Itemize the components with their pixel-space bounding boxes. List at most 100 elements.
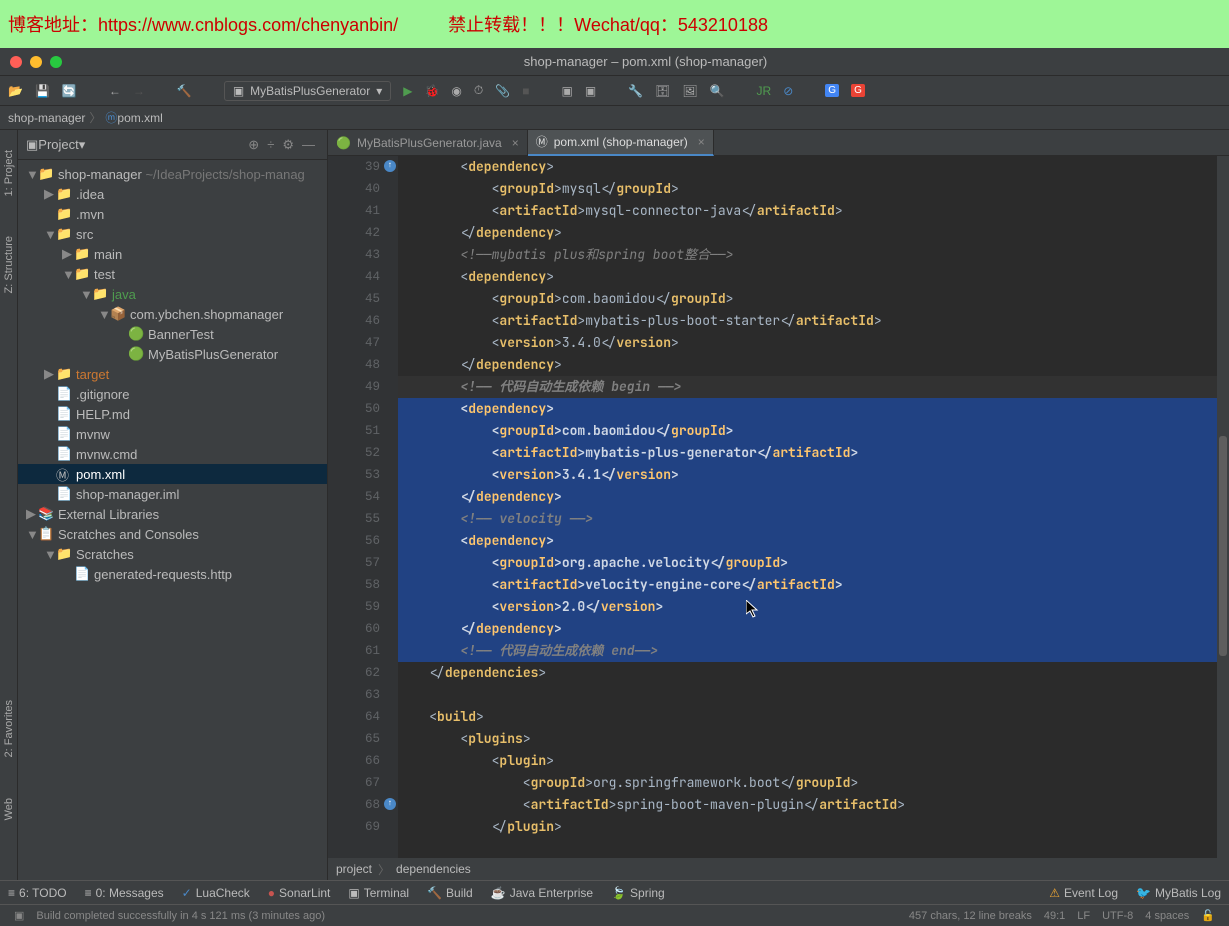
main-toolbar: 📂 💾 🔄 ← → 🔨 ▣ MyBatisPlusGenerator ▾ ▶ 🐞… bbox=[0, 76, 1229, 106]
tool-window-button[interactable]: 🍃Spring bbox=[611, 886, 665, 900]
sidebar-tab-favorites[interactable]: 2: Favorites bbox=[3, 700, 15, 757]
translate-icon[interactable]: G bbox=[825, 84, 839, 97]
no-icon[interactable]: ⊘ bbox=[783, 84, 793, 98]
layout-icon[interactable]: ▣ bbox=[561, 84, 572, 98]
chevron-right-icon: 〉 bbox=[89, 109, 101, 126]
tree-item[interactable]: 🟢BannerTest bbox=[18, 324, 327, 344]
status-bar: ▣ Build completed successfully in 4 s 12… bbox=[0, 904, 1229, 926]
project-tree[interactable]: ▼📁shop-manager ~/IdeaProjects/shop-manag… bbox=[18, 160, 327, 880]
coverage-icon[interactable]: ◉ bbox=[451, 84, 461, 98]
line-gutter: 39↑4041424344454647484950515253545556575… bbox=[328, 156, 398, 858]
editor-tab[interactable]: 🟢MyBatisPlusGenerator.java× bbox=[328, 130, 528, 156]
run-config-label: MyBatisPlusGenerator bbox=[250, 84, 370, 98]
tree-item[interactable]: ▶📚External Libraries bbox=[18, 504, 327, 524]
tree-item[interactable]: ▼📁src bbox=[18, 224, 327, 244]
close-icon[interactable]: × bbox=[512, 136, 519, 150]
scrollbar-thumb[interactable] bbox=[1219, 436, 1227, 656]
save-icon[interactable]: 💾 bbox=[35, 84, 50, 98]
breadcrumb-root[interactable]: shop-manager bbox=[8, 111, 85, 125]
sync-icon[interactable]: 🔄 bbox=[62, 84, 77, 98]
wrench-icon[interactable]: 🔧 bbox=[628, 84, 643, 98]
search-icon[interactable]: 🔍 bbox=[710, 84, 725, 98]
cursor-pointer-icon bbox=[746, 600, 760, 618]
tree-item[interactable]: 📁.mvn bbox=[18, 204, 327, 224]
close-icon[interactable]: × bbox=[698, 135, 705, 149]
tree-item[interactable]: ▼📁shop-manager ~/IdeaProjects/shop-manag bbox=[18, 164, 327, 184]
tree-item[interactable]: ▼📁Scratches bbox=[18, 544, 327, 564]
gear-icon[interactable]: ⚙ bbox=[282, 137, 294, 153]
tool-window-button[interactable]: ☕Java Enterprise bbox=[491, 886, 593, 900]
tree-item[interactable]: ▼📁java bbox=[18, 284, 327, 304]
breadcrumb-file[interactable]: pom.xml bbox=[117, 111, 162, 125]
back-icon[interactable]: ← bbox=[109, 84, 121, 98]
status-enc[interactable]: UTF-8 bbox=[1102, 910, 1133, 922]
project-panel-header: ▣ Project ▾ ⊕ ÷ ⚙ — bbox=[18, 130, 327, 160]
tree-item[interactable]: ▶📁target bbox=[18, 364, 327, 384]
debug-icon[interactable]: 🐞 bbox=[424, 84, 439, 98]
tree-item[interactable]: ▼📁test bbox=[18, 264, 327, 284]
open-icon[interactable]: 📂 bbox=[8, 84, 23, 98]
sidebar-tab-web[interactable]: Web bbox=[3, 798, 15, 820]
code-content[interactable]: <dependency> <groupId>mysql</groupId> <a… bbox=[398, 156, 1229, 858]
maximize-icon[interactable] bbox=[50, 56, 62, 68]
img-icon[interactable]: 🖼 bbox=[682, 84, 697, 98]
tree-item[interactable]: ▶📁main bbox=[18, 244, 327, 264]
tree-item[interactable]: 📄mvnw.cmd bbox=[18, 444, 327, 464]
sidebar-tab-structure[interactable]: Z: Structure bbox=[3, 236, 15, 293]
layout2-icon[interactable]: ▣ bbox=[585, 84, 596, 98]
tree-item[interactable]: 📄HELP.md bbox=[18, 404, 327, 424]
tool-window-button[interactable]: ≡0: Messages bbox=[85, 886, 164, 900]
tool-window-button[interactable]: ▣Terminal bbox=[348, 886, 409, 900]
tree-item[interactable]: 🟢MyBatisPlusGenerator bbox=[18, 344, 327, 364]
profile-icon[interactable]: ⏱ bbox=[474, 83, 483, 98]
tool-window-button[interactable]: ✓LuaCheck bbox=[182, 886, 250, 900]
bc-item[interactable]: dependencies bbox=[396, 862, 471, 876]
translate2-icon[interactable]: G bbox=[851, 84, 865, 97]
tool-window-button[interactable]: ⚠Event Log bbox=[1049, 886, 1118, 900]
status-icon[interactable]: ▣ bbox=[14, 909, 24, 922]
tool-window-button[interactable]: 🔨Build bbox=[427, 886, 473, 900]
tree-item[interactable]: ▼📦com.ybchen.shopmanager bbox=[18, 304, 327, 324]
tree-item[interactable]: ▶📁.idea bbox=[18, 184, 327, 204]
watermark-right: 禁止转载！！！Wechat/qq：543210188 bbox=[448, 11, 768, 37]
project-panel: ▣ Project ▾ ⊕ ÷ ⚙ — ▼📁shop-manager ~/Ide… bbox=[18, 130, 328, 880]
run-icon[interactable]: ▶ bbox=[403, 84, 412, 98]
tree-item[interactable]: Ⓜpom.xml bbox=[18, 464, 327, 484]
tool-window-button[interactable]: ●SonarLint bbox=[268, 886, 331, 900]
minimize-icon[interactable] bbox=[30, 56, 42, 68]
forward-icon[interactable]: → bbox=[133, 84, 145, 98]
build-icon[interactable]: 🔨 bbox=[177, 84, 192, 98]
tool-window-button[interactable]: ≡6: TODO bbox=[8, 886, 67, 900]
run-config-icon: ▣ bbox=[233, 84, 244, 98]
tree-item[interactable]: 📄shop-manager.iml bbox=[18, 484, 327, 504]
status-sep[interactable]: LF bbox=[1077, 910, 1090, 922]
attach-icon[interactable]: 📎 bbox=[495, 84, 510, 98]
tree-item[interactable]: 📄mvnw bbox=[18, 424, 327, 444]
collapse-icon[interactable]: ÷ bbox=[267, 137, 274, 152]
db-icon[interactable]: 🗄 bbox=[655, 84, 670, 98]
status-pos[interactable]: 49:1 bbox=[1044, 910, 1065, 922]
tree-item[interactable]: ▼📋Scratches and Consoles bbox=[18, 524, 327, 544]
status-indent[interactable]: 4 spaces bbox=[1145, 910, 1189, 922]
lock-icon[interactable]: 🔓 bbox=[1201, 909, 1215, 922]
target-icon[interactable]: ⊕ bbox=[248, 137, 259, 153]
run-config-selector[interactable]: ▣ MyBatisPlusGenerator ▾ bbox=[224, 81, 391, 101]
bc-item[interactable]: project bbox=[336, 862, 372, 876]
close-icon[interactable] bbox=[10, 56, 22, 68]
tool-window-button[interactable]: 🐦MyBatis Log bbox=[1136, 886, 1221, 900]
tree-item[interactable]: 📄.gitignore bbox=[18, 384, 327, 404]
stop-icon[interactable]: ■ bbox=[522, 84, 529, 98]
chevron-down-icon[interactable]: ▾ bbox=[79, 137, 86, 153]
hide-icon[interactable]: — bbox=[302, 137, 315, 152]
window-controls[interactable] bbox=[0, 56, 62, 68]
tree-item[interactable]: 📄generated-requests.http bbox=[18, 564, 327, 584]
editor-tab[interactable]: Ⓜpom.xml (shop-manager)× bbox=[528, 130, 714, 156]
code-editor[interactable]: 39↑4041424344454647484950515253545556575… bbox=[328, 156, 1229, 858]
panel-title: Project bbox=[38, 137, 78, 152]
sidebar-tab-project[interactable]: 1: Project bbox=[3, 150, 15, 196]
editor-scrollbar[interactable] bbox=[1217, 156, 1229, 858]
jr-icon[interactable]: JR bbox=[757, 84, 772, 98]
chevron-down-icon: ▾ bbox=[376, 84, 382, 98]
watermark: 博客地址：https://www.cnblogs.com/chenyanbin/… bbox=[0, 0, 1229, 48]
titlebar: shop-manager – pom.xml (shop-manager) bbox=[0, 48, 1229, 76]
